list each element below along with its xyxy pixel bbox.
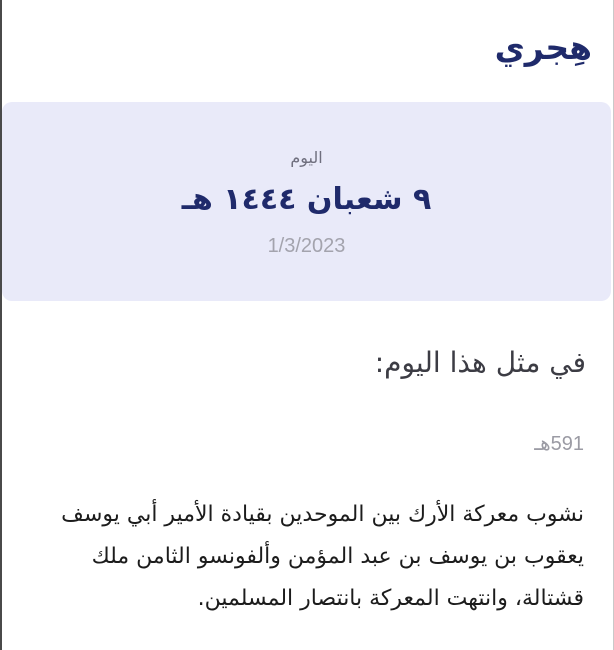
app-title: هِجري [494,28,592,67]
today-label: اليوم [290,148,323,167]
today-card: اليوم ٩ شعبان ١٤٤٤ هـ 1/3/2023 [2,102,611,301]
on-this-day-heading: في مثل هذا اليوم: [374,346,586,379]
event-year: 591هـ [534,433,584,455]
event-text: نشوب معركة الأرك بين الموحدين بقيادة الأ… [61,502,584,611]
window-left-border [0,0,2,650]
gregorian-date: 1/3/2023 [267,235,346,257]
hijri-date: ٩ شعبان ١٤٤٤ هـ [181,182,432,217]
